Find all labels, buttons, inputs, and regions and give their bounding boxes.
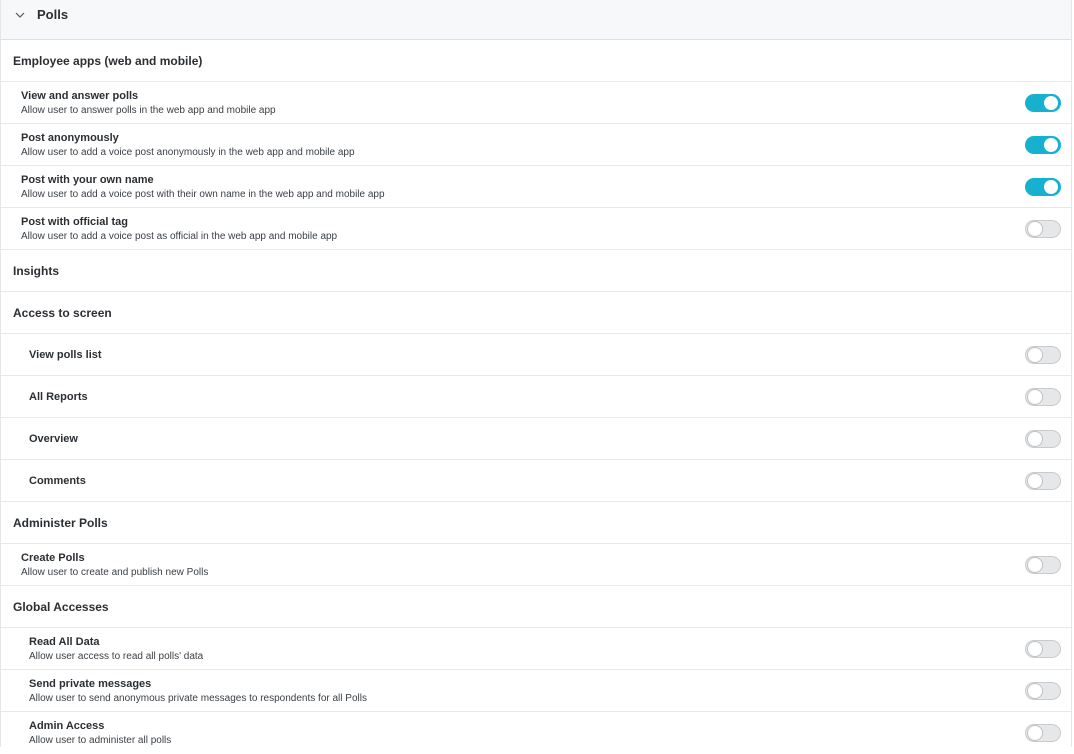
permission-title: Overview [29, 432, 78, 445]
post-own-name-toggle[interactable] [1025, 177, 1061, 196]
permission-title: Admin Access [29, 720, 105, 732]
view-polls-list-toggle[interactable] [1025, 345, 1061, 364]
read-all-data-toggle[interactable] [1025, 639, 1061, 658]
toggle-knob [1044, 95, 1058, 110]
permission-title: Create Polls [21, 551, 85, 564]
permission-description: Allow user access to read all polls' dat… [29, 650, 204, 662]
permission-row-send-private-messages: Send private messages Allow user to send… [1, 670, 1071, 712]
permission-title: Comments [29, 474, 86, 487]
permission-title: View polls list [29, 348, 102, 361]
toggle-knob [1028, 431, 1042, 446]
permission-description: Allow user to send anonymous private mes… [29, 692, 367, 704]
toggle-knob [1044, 137, 1058, 152]
permission-row-view-polls-list: View polls list [1, 334, 1071, 376]
permission-row-read-all-data: Read All Data Allow user access to read … [1, 628, 1071, 670]
post-official-toggle[interactable] [1025, 219, 1061, 238]
group-label: Global Accesses [13, 599, 109, 614]
overview-toggle[interactable] [1025, 429, 1061, 448]
send-private-messages-toggle[interactable] [1025, 681, 1061, 700]
permission-title: Send private messages [29, 677, 152, 690]
group-label: Access to screen [13, 305, 112, 320]
permission-row-view-answer: View and answer polls Allow user to answ… [1, 82, 1071, 124]
permission-description: Allow user to create and publish new Pol… [21, 566, 209, 578]
permission-row-comments: Comments [1, 460, 1071, 502]
permission-description: Allow user to add a voice post with thei… [21, 188, 385, 200]
toggle-knob [1028, 683, 1042, 698]
permission-row-post-official: Post with official tag Allow user to add… [1, 208, 1071, 250]
polls-section-header[interactable]: Polls [1, 0, 1071, 40]
toggle-knob [1044, 179, 1058, 194]
permission-row-post-own-name: Post with your own name Allow user to ad… [1, 166, 1071, 208]
permission-row-post-anonymously: Post anonymously Allow user to add a voi… [1, 124, 1071, 166]
chevron-down-icon[interactable] [13, 8, 27, 22]
group-label: Insights [13, 263, 60, 278]
toggle-knob [1028, 221, 1042, 236]
permission-row-create-polls: Create Polls Allow user to create and pu… [1, 544, 1071, 586]
permission-row-overview: Overview [1, 418, 1071, 460]
permission-title: Post anonymously [21, 131, 119, 144]
post-anonymously-toggle[interactable] [1025, 135, 1061, 154]
permission-description: Allow user to answer polls in the web ap… [21, 104, 276, 116]
group-access-to-screen: Access to screen [1, 292, 1071, 334]
permission-row-all-reports: All Reports [1, 376, 1071, 418]
permission-row-admin-access: Admin Access Allow user to administer al… [1, 712, 1071, 754]
permission-title: Post with your own name [21, 173, 154, 186]
toggle-knob [1028, 347, 1042, 362]
permission-description: Allow user to add a voice post as offici… [21, 230, 338, 242]
group-label: Administer Polls [13, 515, 108, 530]
group-insights: Insights [1, 250, 1071, 292]
toggle-knob [1028, 473, 1042, 488]
group-administer-polls: Administer Polls [1, 502, 1071, 544]
permission-description: Allow user to administer all polls [29, 735, 172, 746]
create-polls-toggle[interactable] [1025, 555, 1061, 574]
toggle-knob [1028, 389, 1042, 404]
view-answer-toggle[interactable] [1025, 93, 1061, 112]
section-title: Polls [37, 7, 69, 22]
comments-toggle[interactable] [1025, 471, 1061, 490]
group-label: Employee apps (web and mobile) [13, 53, 203, 68]
toggle-knob [1028, 641, 1042, 656]
group-employee-apps: Employee apps (web and mobile) [1, 40, 1071, 82]
permission-title: Post with official tag [21, 215, 128, 228]
permission-description: Allow user to add a voice post anonymous… [21, 146, 355, 158]
group-global-accesses: Global Accesses [1, 586, 1071, 628]
admin-access-toggle[interactable] [1025, 724, 1061, 742]
all-reports-toggle[interactable] [1025, 387, 1061, 406]
toggle-knob [1028, 726, 1042, 740]
permission-title: Read All Data [29, 635, 100, 648]
polls-permissions-panel: Polls Employee apps (web and mobile) Vie… [0, 0, 1072, 747]
toggle-knob [1028, 557, 1042, 572]
permission-title: View and answer polls [21, 89, 139, 102]
permission-title: All Reports [29, 390, 88, 403]
